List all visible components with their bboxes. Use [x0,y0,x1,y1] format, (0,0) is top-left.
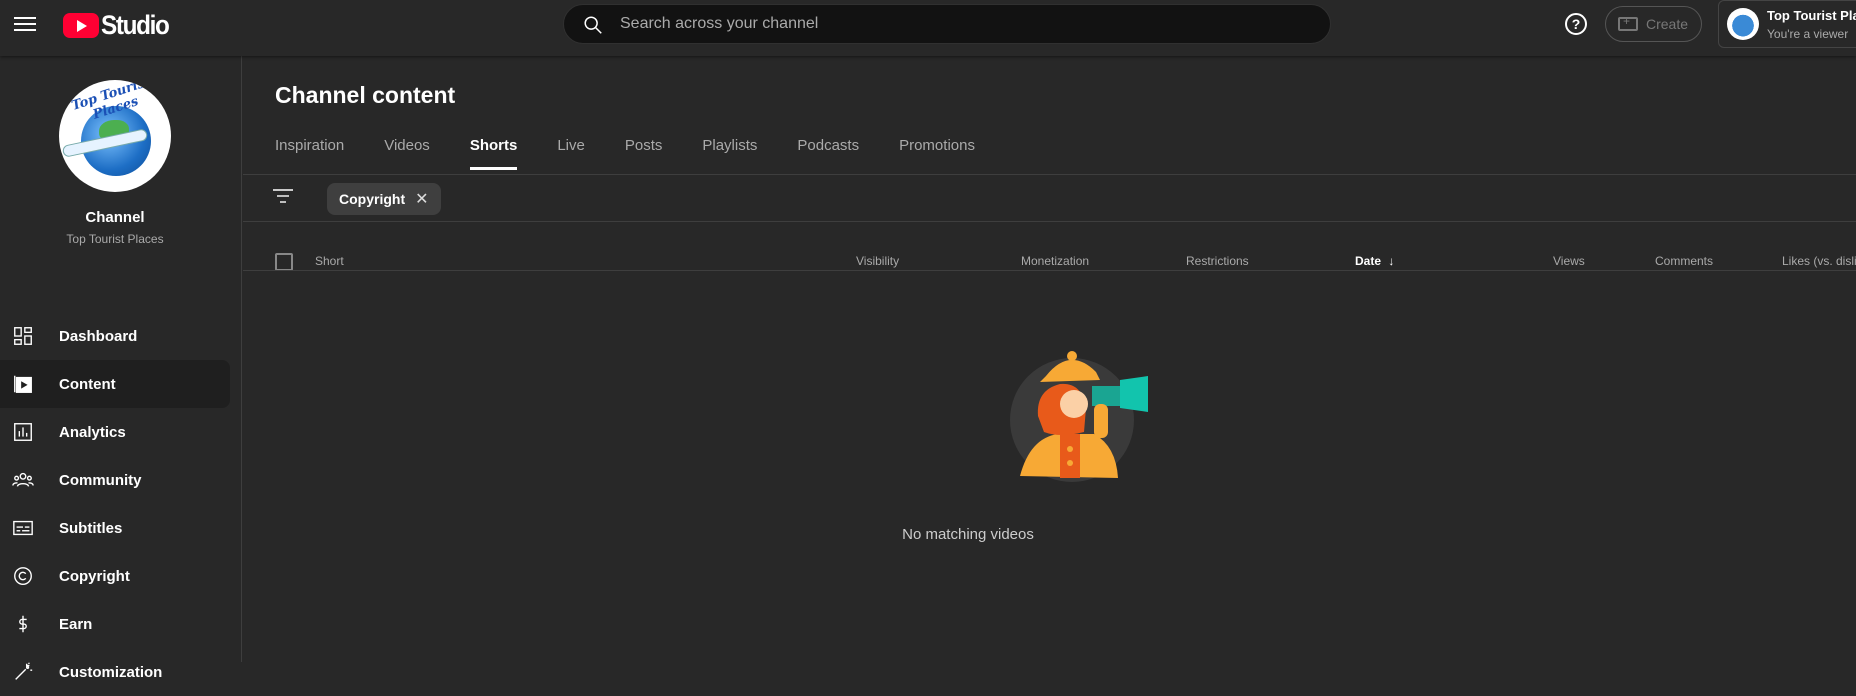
sidebar-item-label: Analytics [59,423,126,441]
select-all-checkbox[interactable] [275,253,293,271]
column-monetization[interactable]: Monetization [1021,254,1089,268]
column-date[interactable]: Date ↓ [1355,254,1394,268]
page-title: Channel content [275,82,456,108]
subtitles-icon [13,520,33,536]
content-icon [14,375,32,393]
column-likes[interactable]: Likes (vs. dislikes) [1782,254,1856,268]
channel-label: Channel [85,209,145,226]
copyright-icon [14,567,32,585]
column-restrictions[interactable]: Restrictions [1186,254,1249,268]
create-video-icon [1618,14,1638,31]
tab-live[interactable]: Live [557,126,585,170]
account-role: You're a viewer [1767,27,1849,41]
create-label: Create [1646,16,1689,32]
sidebar-item-label: Community [59,471,142,489]
tab-inspiration[interactable]: Inspiration [275,126,344,170]
filter-chip-copyright[interactable]: Copyright ✕ [327,183,441,215]
close-icon[interactable]: ✕ [415,189,428,209]
sidebar-item-dashboard[interactable]: Dashboard [0,312,242,360]
sidebar-item-community[interactable]: Community [0,456,242,504]
top-bar: Studio ? Create Top Tourist Places You'r… [0,0,1856,56]
sidebar-item-label: Dashboard [59,327,138,345]
earn-icon [19,615,27,633]
content-tabs: Inspiration Videos Shorts Live Posts Pla… [275,126,1015,170]
main-content: Channel content Inspiration Videos Short… [243,56,1856,662]
search-box[interactable] [563,4,1331,44]
tab-videos[interactable]: Videos [384,126,430,170]
channel-name: Top Tourist Places [66,232,164,246]
empty-state-message: No matching videos [902,526,1034,543]
menu-icon[interactable] [14,14,36,32]
column-date-label: Date [1355,254,1382,268]
customization-icon [15,662,33,680]
search-icon [584,16,602,34]
analytics-icon [14,423,32,441]
tab-posts[interactable]: Posts [625,126,663,170]
sidebar-item-content[interactable]: Content [0,360,230,408]
tab-podcasts[interactable]: Podcasts [797,126,859,170]
sort-arrow-down-icon: ↓ [1388,254,1395,268]
dashboard-icon [14,327,32,345]
account-name: Top Tourist Places [1767,8,1856,23]
sidebar-item-label: Customization [59,663,163,681]
tab-promotions[interactable]: Promotions [899,126,975,170]
sidebar-item-label: Subtitles [59,519,123,537]
community-icon [12,472,34,487]
column-views[interactable]: Views [1553,254,1585,268]
account-avatar [1727,8,1759,40]
table-header: Short Visibility Monetization Restrictio… [243,236,1856,286]
sidebar-item-customization[interactable]: Customization [0,648,242,696]
sidebar-nav: Dashboard Content Analytics Community Su… [0,312,242,696]
tab-shorts[interactable]: Shorts [469,126,517,170]
create-button[interactable]: Create [1605,6,1702,42]
header-divider [243,270,1856,271]
sidebar: Top Tourist Places Channel Top Tourist P… [0,56,242,681]
channel-avatar[interactable]: Top Tourist Places [59,80,171,192]
sidebar-item-subtitles[interactable]: Subtitles [0,504,242,552]
search-input[interactable] [620,5,1300,43]
filter-divider [243,221,1856,222]
sidebar-item-analytics[interactable]: Analytics [0,408,242,456]
sidebar-item-earn[interactable]: Earn [0,600,242,648]
column-short[interactable]: Short [315,254,344,268]
tabs-divider [243,174,1856,175]
help-icon[interactable]: ? [1565,13,1587,35]
tab-playlists[interactable]: Playlists [702,126,757,170]
sidebar-item-label: Earn [59,615,93,633]
filter-chip-label: Copyright [339,191,406,207]
explorer-with-binoculars-illustration [1010,351,1148,482]
sidebar-item-label: Content [59,375,116,393]
account-switcher[interactable]: Top Tourist Places You're a viewer [1718,0,1856,48]
filter-icon[interactable] [273,189,293,203]
studio-logo[interactable]: Studio [63,10,176,41]
column-visibility[interactable]: Visibility [856,254,899,268]
sidebar-item-copyright[interactable]: Copyright [0,552,242,600]
logo-text: Studio [101,10,170,40]
column-comments[interactable]: Comments [1655,254,1713,268]
youtube-play-icon [63,13,99,38]
sidebar-item-label: Copyright [59,567,130,585]
